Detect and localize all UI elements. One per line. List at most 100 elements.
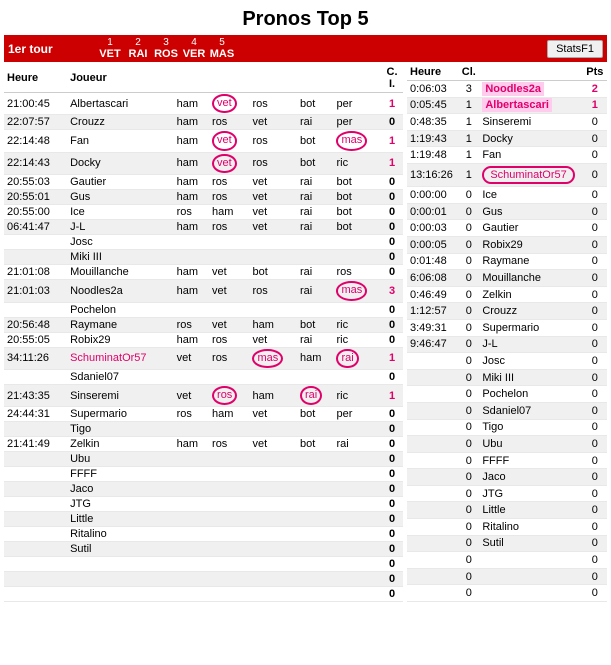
left-table-cell xyxy=(174,250,209,265)
left-table-cell: ham xyxy=(174,152,209,174)
left-cell-joueur: Miki III xyxy=(67,250,174,265)
left-cell-ci: 0 xyxy=(381,205,403,220)
left-cell-joueur: Ice xyxy=(67,205,174,220)
right-cell-pts: 0 xyxy=(583,187,607,204)
left-cell-ci: 1 xyxy=(381,347,403,369)
left-table-row: Little0 xyxy=(4,512,403,527)
right-cell-heure: 6:06:08 xyxy=(407,270,458,287)
right-table-body: 0:06:033Noodles2a20:05:451Albertascari10… xyxy=(407,81,607,602)
right-cell-joueur xyxy=(479,585,582,602)
rth-cl: Cl. xyxy=(458,64,479,81)
right-cell-cl: 0 xyxy=(458,236,479,253)
left-table-cell xyxy=(297,452,333,467)
left-cell-heure: 21:43:35 xyxy=(4,384,67,406)
right-cell-heure: 3:49:31 xyxy=(407,319,458,336)
right-cell-pts: 0 xyxy=(583,336,607,353)
right-cell-heure: 9:46:47 xyxy=(407,336,458,353)
left-cell-joueur: Mouillanche xyxy=(67,265,174,280)
left-table-cell xyxy=(174,572,209,587)
left-cell-heure xyxy=(4,482,67,497)
right-cell-heure: 1:19:48 xyxy=(407,147,458,164)
left-table-cell xyxy=(174,587,209,602)
left-table-row: 0 xyxy=(4,572,403,587)
left-table-cell: ros xyxy=(209,347,249,369)
left-table-cell: bot xyxy=(249,265,297,280)
left-table-cell: vet xyxy=(249,437,297,452)
left-table-row: 22:14:48Fanhamvetrosbotmas1 xyxy=(4,130,403,152)
left-table-cell: bot xyxy=(297,437,333,452)
left-table-cell xyxy=(297,542,333,557)
rth-heure: Heure xyxy=(407,64,458,81)
left-cell-joueur: Jaco xyxy=(67,482,174,497)
col-group-5: 5 MAS xyxy=(208,37,236,60)
left-table-row: JTG0 xyxy=(4,497,403,512)
statsf1-button[interactable]: StatsF1 xyxy=(547,40,603,58)
right-cell-cl: 0 xyxy=(458,369,479,386)
left-table-cell: bot xyxy=(297,130,333,152)
left-cell-heure: 22:14:48 xyxy=(4,130,67,152)
left-table-cell: ric xyxy=(333,317,381,332)
left-cell-ci: 0 xyxy=(381,332,403,347)
left-table-cell xyxy=(209,572,249,587)
right-table-row: 0Miki III0 xyxy=(407,369,607,386)
left-table-cell: bot xyxy=(333,175,381,190)
left-cell-joueur: JTG xyxy=(67,497,174,512)
right-cell-cl: 0 xyxy=(458,469,479,486)
right-cell-pts: 1 xyxy=(583,97,607,114)
left-table-cell: ric xyxy=(333,384,381,406)
col-name-2: RAI xyxy=(129,48,148,60)
left-table-cell: vet xyxy=(174,347,209,369)
left-cell-ci: 0 xyxy=(381,437,403,452)
left-table-row: Ubu0 xyxy=(4,452,403,467)
right-cell-pts: 0 xyxy=(583,419,607,436)
left-table-cell xyxy=(333,250,381,265)
left-cell-heure: 22:14:43 xyxy=(4,152,67,174)
left-table-cell: vet xyxy=(249,190,297,205)
left-table-header-row: Heure Joueur C.I. xyxy=(4,64,403,93)
col-num-3: 3 xyxy=(163,37,169,48)
left-table-row: Josc0 xyxy=(4,235,403,250)
left-table-cell: ros xyxy=(174,205,209,220)
col-group-3: 3 ROS xyxy=(152,37,180,60)
right-table-row: 0:00:000Ice0 xyxy=(407,187,607,204)
left-table-cell: ros xyxy=(209,220,249,235)
col-num-5: 5 xyxy=(219,37,225,48)
left-cell-heure xyxy=(4,512,67,527)
left-cell-ci: 0 xyxy=(381,190,403,205)
left-cell-heure xyxy=(4,557,67,572)
left-cell-ci: 0 xyxy=(381,542,403,557)
left-table-cell: ros xyxy=(209,384,249,406)
right-cell-joueur: Pochelon xyxy=(479,386,582,403)
right-table-row: 00 xyxy=(407,552,607,569)
left-cell-heure: 20:55:01 xyxy=(4,190,67,205)
right-cell-cl: 0 xyxy=(458,353,479,370)
right-cell-heure xyxy=(407,535,458,552)
right-cell-heure xyxy=(407,436,458,453)
left-cell-ci: 0 xyxy=(381,369,403,384)
left-cell-ci: 0 xyxy=(381,235,403,250)
left-cell-heure: 20:55:05 xyxy=(4,332,67,347)
left-table-cell xyxy=(333,422,381,437)
left-table-cell xyxy=(209,467,249,482)
right-cell-heure: 1:12:57 xyxy=(407,303,458,320)
right-cell-joueur: Ubu xyxy=(479,436,582,453)
right-table-row: 13:16:261SchuminatOr570 xyxy=(407,163,607,186)
left-table-cell xyxy=(249,302,297,317)
left-cell-ci: 0 xyxy=(381,265,403,280)
right-cell-cl: 1 xyxy=(458,97,479,114)
right-cell-joueur: Docky xyxy=(479,130,582,147)
left-table-cell: bot xyxy=(333,190,381,205)
left-table-row: Tigo0 xyxy=(4,422,403,437)
left-table-cell: ros xyxy=(249,93,297,115)
left-table-cell: vet xyxy=(209,265,249,280)
left-cell-ci: 0 xyxy=(381,302,403,317)
right-cell-pts: 0 xyxy=(583,552,607,569)
left-cell-joueur: Supermario xyxy=(67,407,174,422)
right-cell-pts: 0 xyxy=(583,436,607,453)
right-cell-heure xyxy=(407,519,458,536)
left-table-cell xyxy=(249,369,297,384)
right-table-row: 9:46:470J-L0 xyxy=(407,336,607,353)
left-cell-joueur: J-L xyxy=(67,220,174,235)
right-cell-heure xyxy=(407,452,458,469)
right-cell-cl: 0 xyxy=(458,519,479,536)
